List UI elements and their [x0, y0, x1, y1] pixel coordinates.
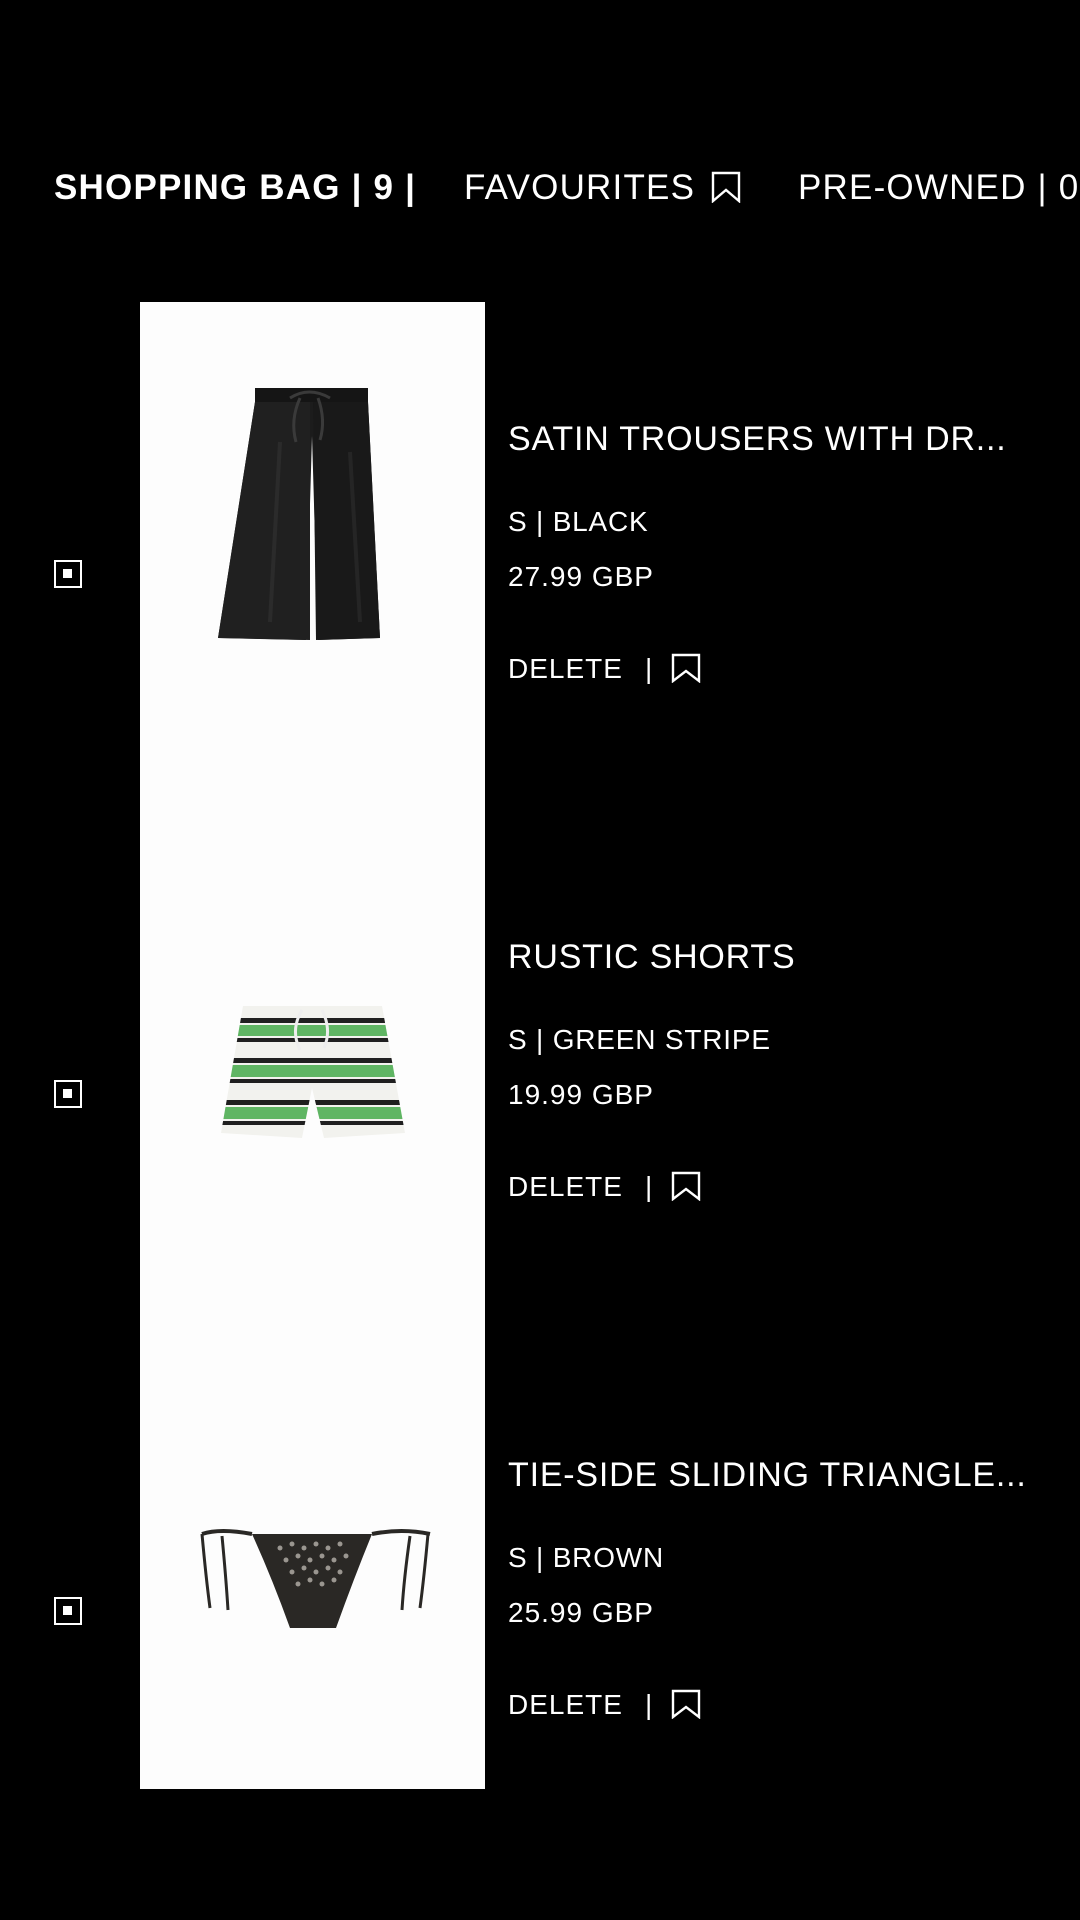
bag-item: SATIN TROUSERS WITH DR... S | BLACK 27.9…	[0, 302, 1080, 820]
bookmark-icon[interactable]	[671, 1171, 701, 1209]
product-price: 25.99 GBP	[508, 1597, 654, 1628]
bookmark-icon[interactable]	[671, 653, 701, 691]
item-details: SATIN TROUSERS WITH DR... S | BLACK 27.9…	[508, 419, 1068, 719]
delete-button[interactable]: DELETE	[508, 1689, 623, 1720]
bag-item: TIE-SIDE SLIDING TRIANGLE... S | BROWN 2…	[0, 1338, 1080, 1856]
tab-shopping-bag-label: SHOPPING BAG | 9 |	[54, 168, 417, 207]
bookmark-icon	[711, 171, 741, 212]
tab-pre-owned[interactable]: PRE-OWNED | 0	[798, 168, 1079, 208]
product-image-bikini[interactable]	[140, 1338, 485, 1789]
product-image-shorts[interactable]	[140, 820, 485, 1338]
bag-tabs: SHOPPING BAG | 9 | FAVOURITES PRE-OWNED …	[54, 168, 1080, 208]
item-details: RUSTIC SHORTS S | GREEN STRIPE 19.99 GBP…	[508, 937, 1068, 1237]
checkbox-icon	[63, 1606, 72, 1615]
bookmark-icon[interactable]	[671, 1689, 701, 1727]
item-details: TIE-SIDE SLIDING TRIANGLE... S | BROWN 2…	[508, 1455, 1068, 1755]
product-variant: S | BLACK	[508, 506, 649, 537]
product-image-trousers[interactable]	[140, 302, 485, 820]
item-select-checkbox[interactable]	[54, 1080, 82, 1108]
bag-item: RUSTIC SHORTS S | GREEN STRIPE 19.99 GBP…	[0, 820, 1080, 1338]
action-separator: |	[644, 1171, 654, 1202]
tab-pre-owned-label: PRE-OWNED | 0	[798, 168, 1080, 207]
checkbox-icon	[63, 569, 72, 578]
item-select-checkbox[interactable]	[54, 1597, 82, 1625]
delete-button[interactable]: DELETE	[508, 1171, 623, 1202]
product-variant: S | GREEN STRIPE	[508, 1024, 771, 1055]
tab-shopping-bag[interactable]: SHOPPING BAG | 9 |	[54, 168, 416, 208]
action-separator: |	[644, 653, 654, 684]
item-select-checkbox[interactable]	[54, 560, 82, 588]
product-price: 19.99 GBP	[508, 1079, 654, 1110]
tab-favourites-label: FAVOURITES	[464, 168, 696, 207]
item-actions: DELETE |	[508, 1170, 701, 1204]
tab-favourites[interactable]: FAVOURITES	[464, 168, 741, 212]
product-variant: S | BROWN	[508, 1542, 665, 1573]
delete-button[interactable]: DELETE	[508, 653, 623, 684]
item-actions: DELETE |	[508, 652, 701, 686]
checkbox-icon	[63, 1089, 72, 1098]
action-separator: |	[644, 1689, 654, 1720]
product-name[interactable]: RUSTIC SHORTS	[508, 937, 795, 977]
product-name[interactable]: SATIN TROUSERS WITH DR...	[508, 419, 1007, 459]
product-name[interactable]: TIE-SIDE SLIDING TRIANGLE...	[508, 1455, 1027, 1495]
product-price: 27.99 GBP	[508, 561, 654, 592]
item-actions: DELETE |	[508, 1688, 701, 1722]
